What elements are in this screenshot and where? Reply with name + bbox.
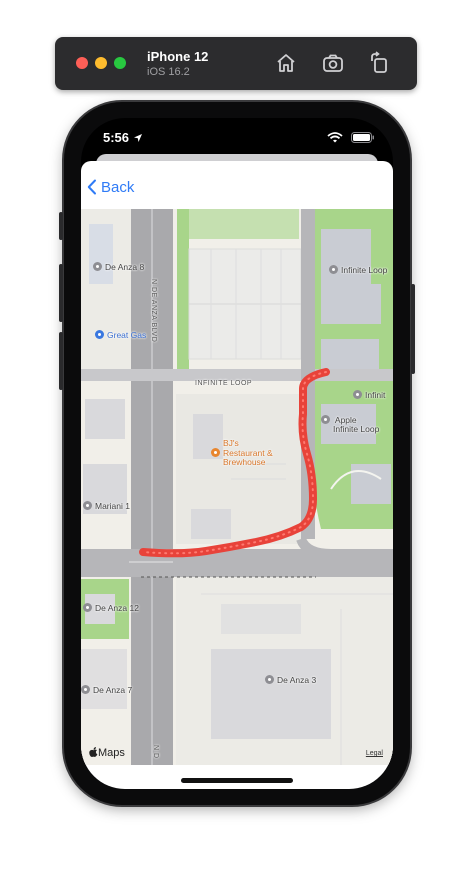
legal-link[interactable]: Legal (366, 750, 383, 757)
close-window-button[interactable] (76, 57, 88, 69)
apple-maps-logo: Maps (89, 747, 125, 759)
rotate-icon[interactable] (367, 51, 391, 75)
label-text: Infinite Loop (341, 265, 388, 275)
location-arrow-icon (133, 134, 142, 142)
label-text: Great Gas (107, 330, 147, 340)
label-text: De Anza 3 (277, 675, 317, 685)
map-label-infinite-right[interactable]: Infinit (353, 390, 385, 400)
phone-screen: 5:56 Back De Anza 8 Great Gas N DE ANZA … (81, 118, 393, 789)
map-label-great-gas[interactable]: Great Gas (95, 330, 146, 340)
label-text: De Anza 8 (105, 262, 145, 272)
map-label-de-anza-12[interactable]: De Anza 12 (83, 603, 139, 613)
apple-poi-icon (321, 415, 330, 424)
status-time-text: 5:56 (103, 130, 130, 145)
map-label-n-de-anza-blvd: N DE ANZA BLVD (150, 279, 157, 343)
maps-logo-text: Maps (98, 747, 125, 759)
poi-pin-icon (353, 390, 362, 399)
modal-sheet: Back De Anza 8 Great Gas N DE ANZA BLVD … (81, 161, 393, 789)
map-canvas (81, 209, 393, 765)
restaurant-icon (211, 448, 220, 457)
volume-down-button (59, 332, 63, 390)
status-time: 5:56 (103, 130, 143, 145)
battery-icon (351, 132, 374, 143)
map-label-bjs-restaurant[interactable]: BJ's Restaurant & Brewhouse (211, 439, 273, 467)
map-label-de-anza-7[interactable]: De Anza 7 (81, 685, 132, 695)
map-label-de-anza-8[interactable]: De Anza 8 (93, 262, 144, 272)
silent-switch (59, 212, 63, 240)
poi-pin-icon (265, 675, 274, 684)
map-view[interactable]: De Anza 8 Great Gas N DE ANZA BLVD INFIN… (81, 209, 393, 765)
home-icon[interactable] (274, 51, 298, 75)
map-label-n-d-bottom: N D (152, 745, 159, 759)
simulator-toolbar: iPhone 12 iOS 16.2 (55, 37, 417, 90)
map-label-apple-infinite-loop[interactable]: Apple Infinite Loop (321, 415, 379, 434)
label-text: De Anza 7 (93, 685, 133, 695)
device-name: iPhone 12 (147, 49, 209, 64)
minimize-window-button[interactable] (95, 57, 107, 69)
label-text: Infinite Loop (333, 424, 380, 434)
poi-pin-icon (81, 685, 90, 694)
poi-pin-icon (329, 265, 338, 274)
map-label-infinite-loop-road: INFINITE LOOP (195, 380, 253, 387)
power-button (411, 284, 415, 374)
back-button[interactable]: Back (87, 175, 134, 199)
back-button-label: Back (101, 178, 135, 196)
screenshot-icon[interactable] (321, 51, 345, 75)
map-label-de-anza-3[interactable]: De Anza 3 (265, 675, 316, 685)
label-text: Mariani 1 (95, 501, 130, 511)
label-text: Brewhouse (223, 457, 266, 467)
wifi-icon (326, 132, 343, 143)
poi-pin-icon (83, 501, 92, 510)
poi-pin-icon (93, 262, 102, 271)
iphone-frame: 5:56 Back De Anza 8 Great Gas N DE ANZA … (59, 102, 415, 805)
home-indicator[interactable] (181, 778, 293, 783)
map-label-infinite-loop-top[interactable]: Infinite Loop (329, 265, 387, 275)
label-text: Infinit (365, 390, 386, 400)
label-text: De Anza 12 (95, 603, 139, 613)
volume-up-button (59, 264, 63, 322)
label-text: BJ's (223, 438, 239, 448)
status-indicators (326, 130, 375, 148)
poi-pin-icon (83, 603, 92, 612)
apple-logo-icon (89, 747, 98, 757)
zoom-window-button[interactable] (114, 57, 126, 69)
map-label-mariani-1[interactable]: Mariani 1 (83, 501, 130, 511)
chevron-left-icon (87, 179, 96, 195)
os-version: iOS 16.2 (147, 66, 190, 78)
gas-station-icon (95, 330, 104, 339)
